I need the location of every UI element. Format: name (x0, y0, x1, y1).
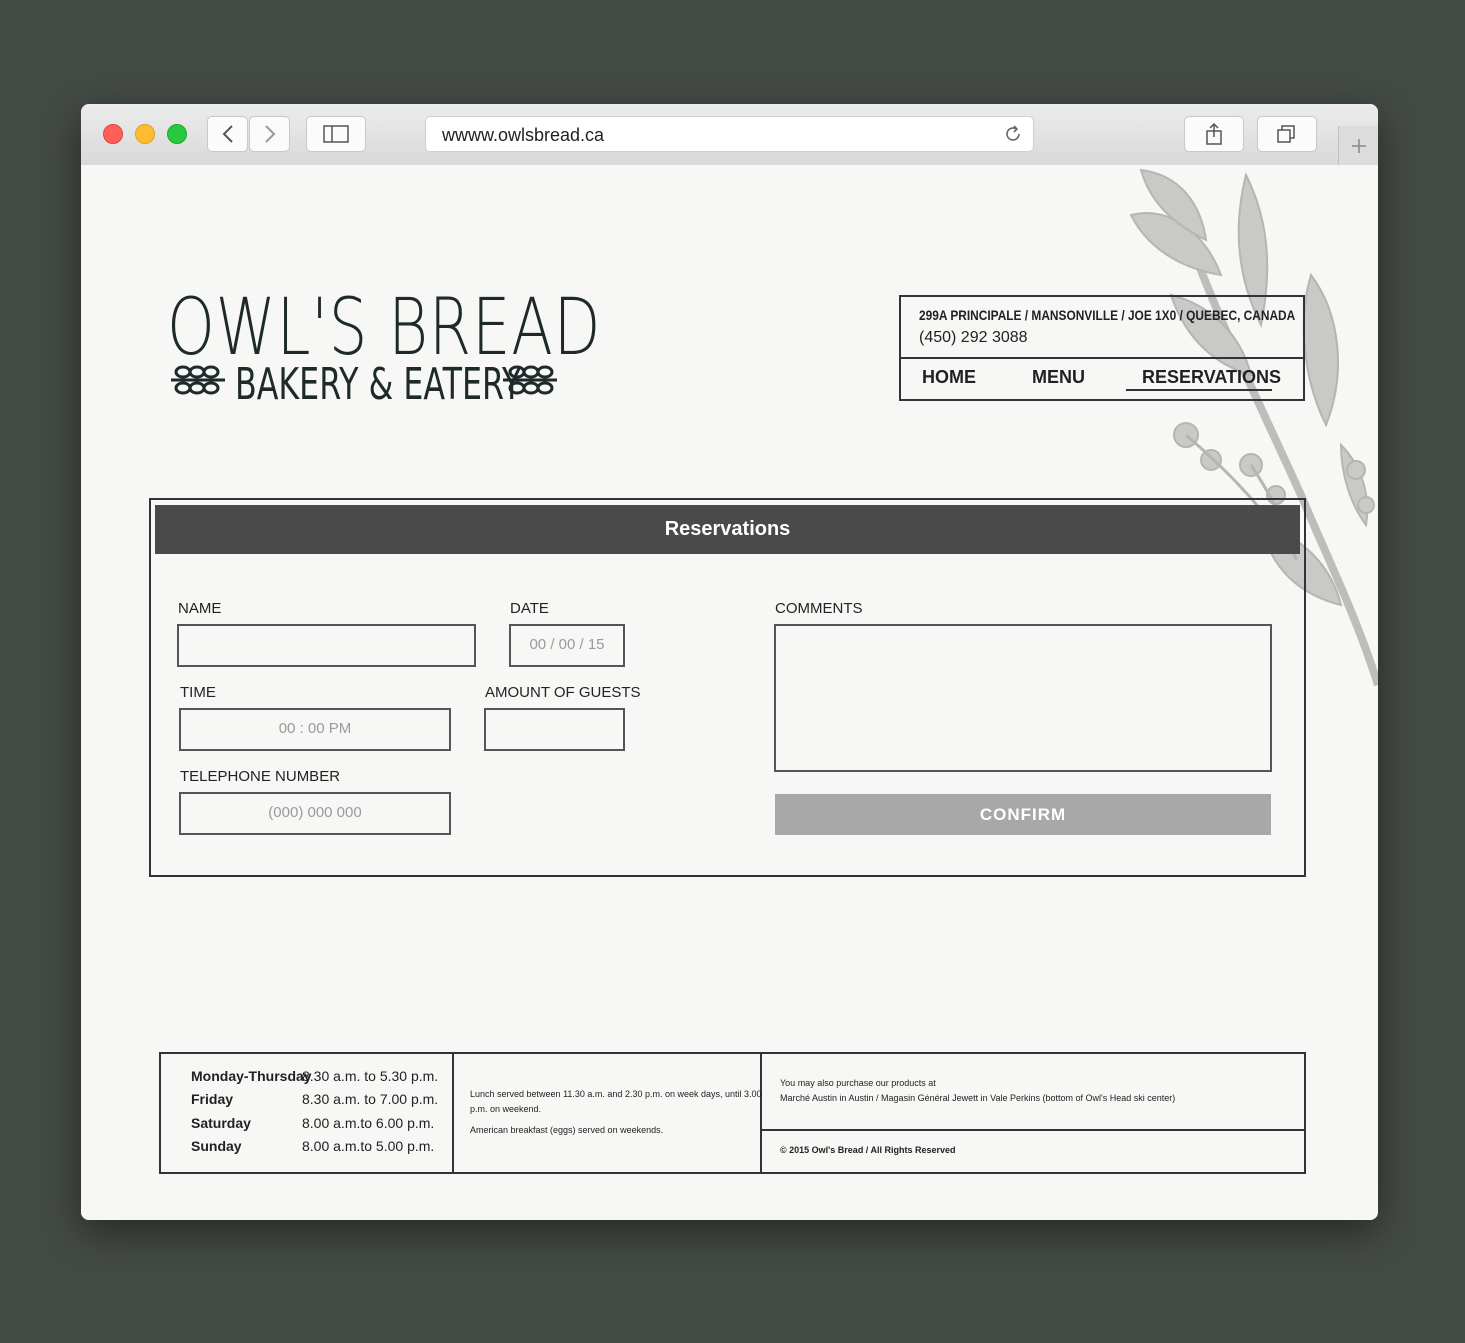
phone-text: (450) 292 3088 (919, 329, 1028, 346)
lunch-text: Lunch served between 11.30 a.m. and 2.30… (470, 1089, 762, 1099)
forward-button[interactable] (249, 116, 290, 152)
divider (760, 1054, 762, 1172)
lunch-text-cont: p.m. on weekend. (470, 1104, 542, 1114)
hours-time: 8.00 a.m.to 6.00 p.m. (302, 1115, 435, 1131)
copyright-text: © 2015 Owl's Bread / All Rights Reserved (780, 1145, 956, 1155)
logo-subtitle: BAKERY & EATERY (235, 359, 522, 410)
guests-input[interactable] (484, 708, 625, 751)
time-placeholder: 00 : 00 PM (278, 720, 352, 737)
address-bar[interactable]: wwww.owlsbread.ca (425, 116, 1034, 152)
browser-toolbar: wwww.owlsbread.ca (81, 104, 1378, 166)
back-button[interactable] (207, 116, 248, 152)
divider (452, 1054, 454, 1172)
telephone-placeholder: (000) 000 000 (268, 804, 362, 821)
contact-nav-box: 299A PRINCIPALE / MANSONVILLE / JOE 1X0 … (899, 295, 1305, 401)
time-label: TIME (180, 684, 216, 701)
url-text: wwww.owlsbread.ca (442, 125, 605, 145)
reservation-title: Reservations (155, 505, 1300, 554)
name-label: NAME (178, 600, 222, 617)
hours-time: 8.30 a.m. to 5.30 p.m. (302, 1068, 439, 1084)
nav-reservations[interactable]: RESERVATIONS (1142, 367, 1281, 388)
wheat-right-icon (503, 365, 557, 395)
telephone-input[interactable]: (000) 000 000 (179, 792, 451, 835)
plus-icon (1352, 139, 1366, 153)
share-button[interactable] (1184, 116, 1244, 152)
guests-label: AMOUNT OF GUESTS (485, 684, 641, 701)
zoom-window-button[interactable] (167, 124, 187, 144)
nav-home[interactable]: HOME (922, 367, 976, 388)
date-input[interactable]: 00 / 00 / 15 (509, 624, 625, 667)
hours-time: 8.30 a.m. to 7.00 p.m. (302, 1091, 439, 1107)
divider (901, 357, 1303, 359)
hours-day: Friday (191, 1091, 234, 1107)
wheat-left-icon (171, 365, 225, 395)
browser-window: wwww.owlsbread.ca OWL'S BREAD BAKERY & E… (81, 104, 1378, 1220)
date-label: DATE (510, 600, 549, 617)
tabs-overview-button[interactable] (1257, 116, 1317, 152)
breakfast-text: American breakfast (eggs) served on week… (470, 1125, 664, 1135)
chevron-right-icon (264, 125, 275, 143)
reload-icon[interactable] (1003, 124, 1023, 144)
address-text: 299A PRINCIPALE / MANSONVILLE / JOE 1X0 … (919, 307, 1296, 323)
purchase-locations: Marché Austin in Austin / Magasin Généra… (780, 1093, 1176, 1103)
sidebar-icon (323, 125, 349, 143)
comments-label: COMMENTS (775, 600, 863, 617)
sidebar-toggle-button[interactable] (306, 116, 366, 152)
share-icon (1206, 122, 1222, 145)
divider (762, 1129, 1304, 1131)
confirm-button[interactable]: CONFIRM (775, 794, 1271, 835)
footer: Monday-Thursday 8.30 a.m. to 5.30 p.m. F… (159, 1052, 1306, 1174)
hours-time: 8.00 a.m.to 5.00 p.m. (302, 1138, 435, 1154)
comments-textarea[interactable] (774, 624, 1272, 772)
hours-day: Monday-Thursday (191, 1068, 312, 1084)
purchase-text: You may also purchase our products at (780, 1078, 936, 1088)
name-input[interactable] (177, 624, 476, 667)
minimize-window-button[interactable] (135, 124, 155, 144)
time-input[interactable]: 00 : 00 PM (179, 708, 451, 751)
tabs-icon (1277, 125, 1295, 143)
close-window-button[interactable] (103, 124, 123, 144)
hours-day: Sunday (191, 1138, 242, 1154)
nav-menu[interactable]: MENU (1032, 367, 1085, 388)
hours-day: Saturday (191, 1115, 251, 1131)
nav-active-underline (1126, 389, 1272, 391)
web-page: OWL'S BREAD BAKERY & EATERY 299A PRINCIP… (81, 165, 1378, 1220)
chevron-left-icon (222, 125, 233, 143)
date-placeholder: 00 / 00 / 15 (529, 636, 605, 653)
telephone-label: TELEPHONE NUMBER (180, 768, 341, 785)
new-tab-button[interactable] (1338, 126, 1378, 165)
